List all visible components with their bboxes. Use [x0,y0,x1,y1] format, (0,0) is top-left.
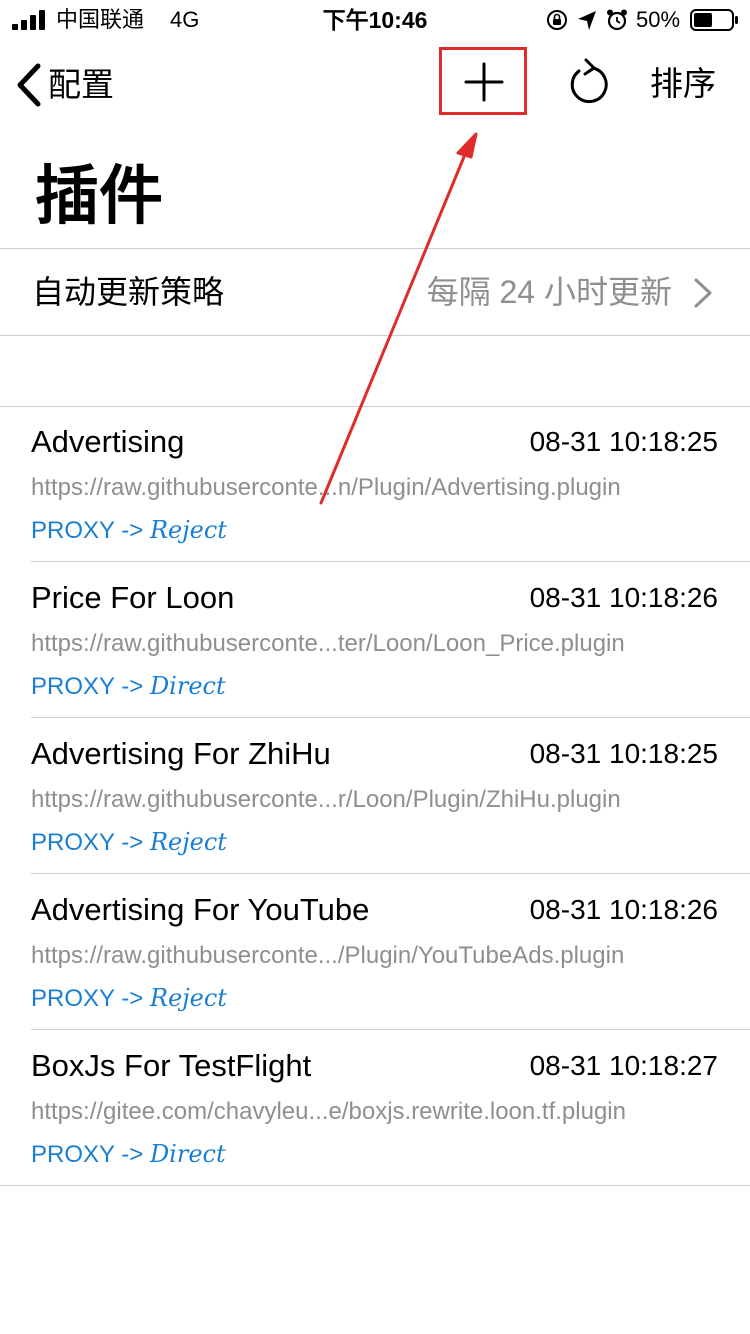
plugin-name: Advertising [31,424,185,459]
refresh-button[interactable] [562,54,614,110]
plugin-url: https://raw.githubuserconte...n/Plugin/A… [31,474,621,501]
plugin-item[interactable]: Advertising For YouTube 08-31 10:18:26 h… [0,874,750,1030]
orientation-lock-icon [547,10,567,30]
policy-prefix: PROXY -> [31,673,144,700]
plugin-name: BoxJs For TestFlight [31,1048,312,1083]
sort-button[interactable]: 排序 [650,62,716,106]
plugin-url: https://raw.githubuserconte.../Plugin/Yo… [31,942,625,969]
plugin-item[interactable]: Advertising 08-31 10:18:25 https://raw.g… [0,406,750,562]
auto-update-label: 自动更新策略 [32,274,225,310]
plugin-policy: PROXY -> Direct [31,670,226,703]
navigation-bar: 配置 排序 [0,40,750,130]
policy-target: Reject [149,828,227,856]
plugin-policy: PROXY -> Direct [31,1138,226,1171]
annotation-highlight-box [439,47,527,115]
policy-prefix: PROXY -> [31,985,144,1012]
plugin-updated-time: 08-31 10:18:25 [529,426,718,457]
plugin-updated-time: 08-31 10:18:26 [529,894,718,925]
plugin-url: https://gitee.com/chavyleu...e/boxjs.rew… [31,1098,626,1125]
status-icons-group [547,9,627,31]
plugin-item[interactable]: Advertising For ZhiHu 08-31 10:18:25 htt… [0,718,750,874]
battery-icon [690,9,738,31]
plugin-item[interactable]: Price For Loon 08-31 10:18:26 https://ra… [0,562,750,718]
policy-prefix: PROXY -> [31,1141,144,1168]
location-icon [578,11,596,30]
battery-percent: 50% [636,7,681,32]
policy-prefix: PROXY -> [31,829,144,856]
plugin-name: Advertising For YouTube [31,892,370,927]
plugin-updated-time: 08-31 10:18:25 [529,738,718,769]
back-button-label: 配置 [48,66,114,103]
chevron-left-icon [17,63,41,107]
plugin-url: https://raw.githubuserconte...ter/Loon/L… [31,630,625,657]
plugin-item[interactable]: BoxJs For TestFlight 08-31 10:18:27 http… [0,1030,750,1186]
policy-target: Direct [149,1140,226,1168]
page-title: 插件 [35,160,163,232]
policy-target: Direct [149,672,226,700]
policy-prefix: PROXY -> [31,517,144,544]
auto-update-value: 每隔 24 小时更新 [426,274,672,310]
auto-update-policy-row[interactable]: 自动更新策略 每隔 24 小时更新 [0,249,750,335]
alarm-icon [607,9,627,31]
plugin-policy: PROXY -> Reject [31,514,227,547]
plugin-name: Price For Loon [31,580,235,615]
back-button[interactable]: 配置 [14,60,114,110]
plugin-policy: PROXY -> Reject [31,982,227,1015]
refresh-icon [570,58,608,104]
plugin-policy: PROXY -> Reject [31,826,227,859]
policy-target: Reject [149,984,227,1012]
plugin-updated-time: 08-31 10:18:27 [529,1050,718,1081]
plugin-url: https://raw.githubuserconte...r/Loon/Plu… [31,786,621,813]
chevron-right-icon [694,278,712,308]
plugin-list: Advertising 08-31 10:18:25 https://raw.g… [0,406,750,1186]
status-bar: 中国联通 4G 下午10:46 50% [0,0,750,40]
plugin-name: Advertising For ZhiHu [31,736,331,771]
policy-target: Reject [149,516,227,544]
plugin-updated-time: 08-31 10:18:26 [529,582,718,613]
section-spacer [0,336,750,406]
divider [0,1185,750,1186]
